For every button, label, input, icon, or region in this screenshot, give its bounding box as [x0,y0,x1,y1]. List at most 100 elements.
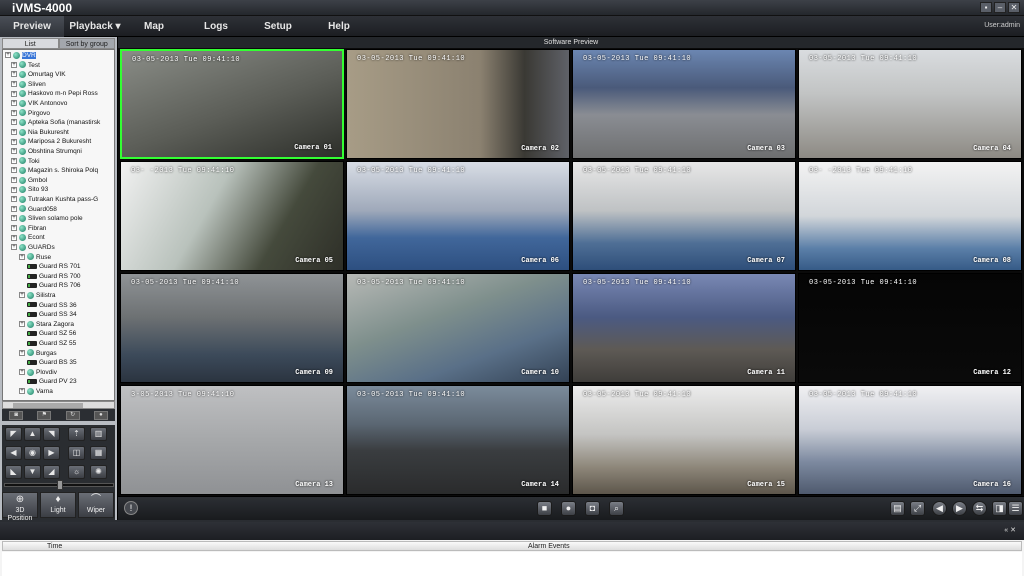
expand-icon[interactable]: + [11,234,17,241]
tree-group-item[interactable]: + Magazin s. Shiroka Polq [11,166,98,175]
tree-group-item[interactable]: + Econt [11,233,45,242]
tree-group-item[interactable]: + Guard058 [11,205,57,214]
sequence-icon[interactable]: ⇆ [972,501,987,516]
tree-group-item[interactable]: + Mariposa 2 Bukuresht [11,137,91,146]
camera-tile[interactable]: 03-05-2013 Tue 09:41:10 Camera 06 [346,161,570,271]
restore-button[interactable]: ▪ [980,2,992,13]
camera-tile[interactable]: 03-05-2013 Tue 09:41:10 Camera 15 [572,385,796,495]
camera-tile[interactable]: 03-05-2013 Tue 09:41:10 Camera 12 [798,273,1022,383]
expand-icon[interactable]: + [11,71,17,78]
tree-camera-item[interactable]: Guard SZ 56 [27,329,76,338]
tree-camera-item[interactable]: Guard SS 36 [27,301,77,310]
column-alarm-events[interactable]: Alarm Events [528,542,570,551]
scrollbar-thumb[interactable] [13,403,83,408]
tree-group-item[interactable]: + Burgas [19,349,57,358]
menu-playback[interactable]: Playback ▾ [64,16,126,37]
tree-camera-item[interactable]: Guard SZ 55 [27,339,76,348]
expand-icon[interactable]: + [5,52,11,59]
expand-icon[interactable]: + [11,81,17,88]
expand-icon[interactable]: + [11,186,17,193]
tree-horizontal-scrollbar[interactable] [2,401,115,409]
expand-icon[interactable]: + [11,138,17,145]
ptz-auto-button[interactable]: ◉ [24,446,41,460]
tree-camera-item[interactable]: Guard RS 700 [27,272,81,281]
expand-icon[interactable]: + [19,253,25,260]
ptz-down-button[interactable]: ▼ [24,465,41,479]
camera-tile[interactable]: 03-05-2013 Tue 09:41:10 Camera 04 [798,49,1022,159]
tree-group-item[interactable]: + Obshtina Strumqni [11,147,82,156]
tree-group-item[interactable]: + Omurtag VIK [11,70,66,79]
tree-group-item[interactable]: + Test [11,61,40,70]
fullscreen-icon[interactable]: ⤢ [910,501,925,516]
ptz-up-button[interactable]: ▲ [24,427,41,441]
focus-far-icon[interactable]: ▦ [90,446,107,460]
record-icon[interactable]: ● [561,501,576,516]
expand-icon[interactable]: + [19,388,25,395]
tree-group-item[interactable]: + Varna [19,387,53,396]
wiper-button[interactable]: ⌒ Wiper [78,492,114,518]
expand-icon[interactable]: + [11,129,17,136]
tree-camera-item[interactable]: Guard SS 34 [27,310,77,319]
tree-camera-item[interactable]: Guard BS 35 [27,358,77,367]
menu-setup[interactable]: Setup [248,16,308,37]
expand-icon[interactable]: + [11,100,17,107]
ptz-down-right-button[interactable]: ◢ [43,465,60,479]
menu-preview[interactable]: Preview [0,16,64,37]
expand-icon[interactable]: + [19,349,25,356]
tree-group-item[interactable]: + Stara Zagora [19,320,74,329]
ptz-left-button[interactable]: ◀ [5,446,22,460]
ptz-tab-cruise-icon[interactable]: ↻ [65,410,80,420]
camera-tile[interactable]: 03-05-2013 Tue 09:41:10 Camera 10 [346,273,570,383]
ptz-down-left-button[interactable]: ◣ [5,465,22,479]
layout-icon[interactable]: ▤ [890,501,905,516]
focus-near-icon[interactable]: ◫ [68,446,85,460]
expand-icon[interactable]: + [11,244,17,251]
tree-group-item[interactable]: + DVR [5,51,36,60]
ptz-up-left-button[interactable]: ◤ [5,427,22,441]
slider-thumb[interactable] [57,480,63,490]
next-page-icon[interactable]: ▶ [952,501,967,516]
multi-screen-icon[interactable]: ◨ [992,501,1007,516]
tab-list[interactable]: List [2,38,59,49]
tree-group-item[interactable]: + Sliven [11,80,46,89]
tree-group-item[interactable]: + Pirgovo [11,109,50,118]
expand-icon[interactable]: + [19,369,25,376]
device-tree[interactable]: + DVR + Test + Omurtag VIK + Sliven + Haskovo m-n… [2,49,115,401]
tree-group-item[interactable]: + Gmbol [11,176,47,185]
expand-icon[interactable]: + [11,148,17,155]
tree-group-item[interactable]: + Silistra [19,291,56,300]
alarm-warning-icon[interactable]: ! [124,501,138,515]
expand-icon[interactable]: + [11,167,17,174]
tree-group-item[interactable]: + Ruse [19,253,51,262]
ptz-tab-track-icon[interactable]: ● [93,410,108,420]
tab-sort-by-group[interactable]: Sort by group [58,38,115,49]
tree-group-item[interactable]: + Sito 93 [11,185,48,194]
camera-tile[interactable]: 03- -2013 Tue 09:41:10 Camera 08 [798,161,1022,271]
camera-tile[interactable]: 03-05-2013 Tue 09:41:10 Camera 01 [120,49,344,159]
capture-icon[interactable]: ◘ [585,501,600,516]
previous-page-icon[interactable]: ◀ [932,501,947,516]
stop-all-button[interactable]: ■ [537,501,552,516]
camera-tile[interactable]: 03-05-2013 Tue 09:41:10 Camera 11 [572,273,796,383]
expand-icon[interactable]: + [11,90,17,97]
expand-icon[interactable]: + [11,215,17,222]
tree-camera-item[interactable]: Guard RS 701 [27,262,81,271]
tree-group-item[interactable]: + Apteka Sofia (manastirsk [11,118,100,127]
camera-tile[interactable]: 03-05-2013 Tue 09:41:10 Camera 09 [120,273,344,383]
alarm-panel-controls[interactable]: « ✕ [1004,526,1016,534]
tree-group-item[interactable]: + Toki [11,157,40,166]
expand-icon[interactable]: + [11,109,17,116]
tree-group-item[interactable]: + Plovdiv [19,368,57,377]
tree-group-item[interactable]: + Sliven solamo pole [11,214,83,223]
tree-camera-item[interactable]: Guard PV 23 [27,377,77,386]
iris-open-icon[interactable]: ☼ [68,465,85,479]
tree-group-item[interactable]: + Nia Bukuresht [11,128,69,137]
column-time[interactable]: Time [47,542,62,551]
ptz-up-right-button[interactable]: ◥ [43,427,60,441]
3d-position-button[interactable]: ⊕ 3D Position [2,492,38,522]
tree-group-item[interactable]: + GUARDs [11,243,55,252]
expand-icon[interactable]: + [11,205,17,212]
zoom-out-icon[interactable]: ▥ [90,427,107,441]
tree-camera-item[interactable]: Guard RS 706 [27,281,81,290]
camera-tile[interactable]: 03-05-2013 Tue 09:41:10 Camera 16 [798,385,1022,495]
